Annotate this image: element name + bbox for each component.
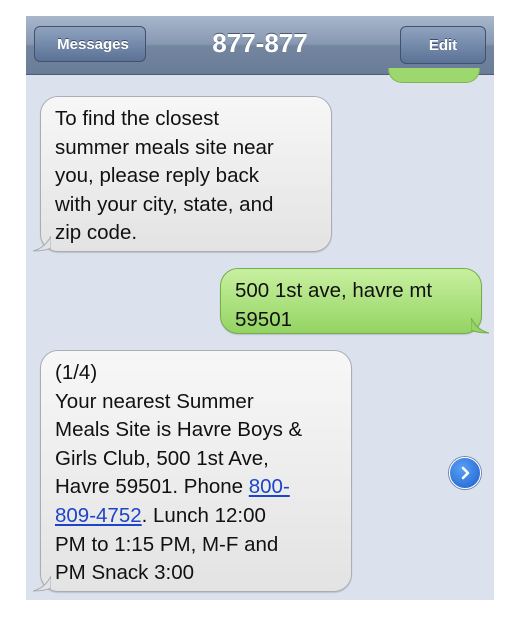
- message-text: To find the closest summer meals site ne…: [55, 107, 274, 245]
- bubble-tail: [33, 575, 51, 592]
- chevron-right-circle-icon: [461, 466, 470, 480]
- outgoing-message-bubble[interactable]: 500 1st ave, havre mt 59501: [220, 268, 489, 334]
- bubble-tail: [471, 317, 489, 334]
- edit-button[interactable]: Edit: [400, 26, 486, 64]
- more-message-button[interactable]: [449, 457, 481, 489]
- previous-outgoing-bubble: [388, 68, 480, 83]
- phone-link-part1[interactable]: 800-: [249, 475, 290, 498]
- bubble-tail: [33, 235, 51, 252]
- messages-screen: Messages 877-877 Edit To find the closes…: [26, 16, 494, 600]
- message-text: 500 1st ave, havre mt 59501: [235, 279, 433, 331]
- navigation-bar: Messages 877-877 Edit: [26, 16, 494, 75]
- incoming-message-bubble[interactable]: To find the closest summer meals site ne…: [33, 96, 332, 252]
- incoming-message-bubble[interactable]: (1/4) Your nearest Summer Meals Site is …: [33, 350, 352, 592]
- phone-link-part2[interactable]: 809-4752: [55, 504, 142, 527]
